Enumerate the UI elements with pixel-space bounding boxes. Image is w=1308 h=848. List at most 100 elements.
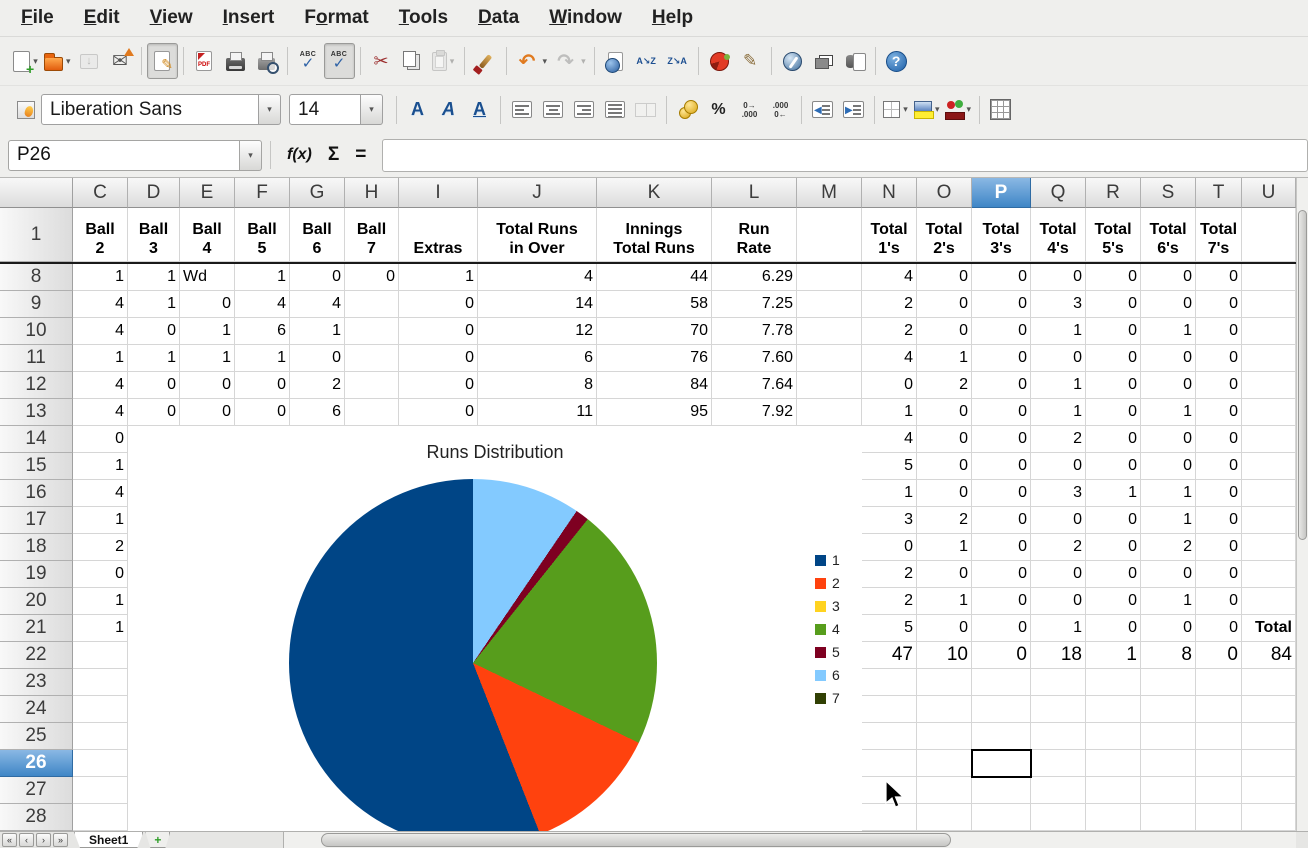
vertical-scrollbar-thumb[interactable] xyxy=(1298,210,1307,540)
row-header-9[interactable]: 9 xyxy=(0,291,73,318)
cell-U20[interactable] xyxy=(1242,588,1296,615)
sheet-tab-sheet1[interactable]: Sheet1 xyxy=(74,832,143,848)
row-header-18[interactable]: 18 xyxy=(0,534,73,561)
cell-U23[interactable] xyxy=(1242,669,1296,696)
cell-E1[interactable]: Ball 4 xyxy=(180,208,235,262)
cell-H9[interactable] xyxy=(345,291,399,318)
cell-F1[interactable]: Ball 5 xyxy=(235,208,290,262)
cell-S10[interactable]: 1 xyxy=(1141,318,1196,345)
table-grid-button[interactable] xyxy=(985,92,1016,128)
cell-P16[interactable]: 0 xyxy=(972,480,1031,507)
cell-R1[interactable]: Total 5's xyxy=(1086,208,1141,262)
function-wizard-button[interactable]: f(x) xyxy=(279,146,320,164)
cell-F13[interactable]: 0 xyxy=(235,399,290,426)
menu-file[interactable]: File xyxy=(6,0,69,36)
cell-R9[interactable]: 0 xyxy=(1086,291,1141,318)
cell-R24[interactable] xyxy=(1086,696,1141,723)
align-left-button[interactable] xyxy=(506,92,537,128)
cell-T22[interactable]: 0 xyxy=(1196,642,1242,669)
column-header-M[interactable]: M xyxy=(797,178,862,208)
cell-J10[interactable]: 12 xyxy=(478,318,597,345)
cell-O12[interactable]: 2 xyxy=(917,372,972,399)
cell-S12[interactable]: 0 xyxy=(1141,372,1196,399)
cell-P15[interactable]: 0 xyxy=(972,453,1031,480)
cell-C23[interactable] xyxy=(73,669,128,696)
cell-N8[interactable]: 4 xyxy=(862,264,917,291)
redo-dropdown[interactable]: ▾ xyxy=(581,56,586,67)
menu-insert[interactable]: Insert xyxy=(208,0,290,36)
cell-Q27[interactable] xyxy=(1031,777,1086,804)
column-header-H[interactable]: H xyxy=(345,178,399,208)
cell-C18[interactable]: 2 xyxy=(73,534,128,561)
column-header-C[interactable]: C xyxy=(73,178,128,208)
paste-dropdown[interactable]: ▾ xyxy=(450,56,455,67)
cell-J9[interactable]: 14 xyxy=(478,291,597,318)
cell-T28[interactable] xyxy=(1196,804,1242,831)
cell-O13[interactable]: 0 xyxy=(917,399,972,426)
cell-U16[interactable] xyxy=(1242,480,1296,507)
add-decimal-place-button[interactable]: 0→ .000 xyxy=(734,92,765,128)
cell-C14[interactable]: 0 xyxy=(73,426,128,453)
cell-R18[interactable]: 0 xyxy=(1086,534,1141,561)
menu-data[interactable]: Data xyxy=(463,0,534,36)
underline-button[interactable]: A xyxy=(464,92,495,128)
sort-ascending-button[interactable]: A↘Z xyxy=(631,43,662,79)
cell-T9[interactable]: 0 xyxy=(1196,291,1242,318)
cell-U19[interactable] xyxy=(1242,561,1296,588)
cell-S28[interactable] xyxy=(1141,804,1196,831)
row-header-11[interactable]: 11 xyxy=(0,345,73,372)
align-justified-button[interactable] xyxy=(599,92,630,128)
cell-Q23[interactable] xyxy=(1031,669,1086,696)
cell-L11[interactable]: 7.60 xyxy=(712,345,797,372)
bold-button[interactable]: A xyxy=(402,92,433,128)
sort-descending-button[interactable]: Z↘A xyxy=(662,43,693,79)
font-color-dropdown[interactable]: ▾ xyxy=(967,104,972,115)
cell-Q1[interactable]: Total 4's xyxy=(1031,208,1086,262)
cell-O17[interactable]: 2 xyxy=(917,507,972,534)
cell-Q22[interactable]: 18 xyxy=(1031,642,1086,669)
cell-G10[interactable]: 1 xyxy=(290,318,345,345)
cell-N27[interactable] xyxy=(862,777,917,804)
cell-C16[interactable]: 4 xyxy=(73,480,128,507)
cell-S9[interactable]: 0 xyxy=(1141,291,1196,318)
cell-Q15[interactable]: 0 xyxy=(1031,453,1086,480)
cell-Q16[interactable]: 3 xyxy=(1031,480,1086,507)
cell-E12[interactable]: 0 xyxy=(180,372,235,399)
next-sheet-button[interactable]: › xyxy=(36,833,51,847)
column-header-D[interactable]: D xyxy=(128,178,180,208)
cell-U21[interactable]: Total xyxy=(1242,615,1296,642)
cell-C20[interactable]: 1 xyxy=(73,588,128,615)
cell-Q11[interactable]: 0 xyxy=(1031,345,1086,372)
row-header-27[interactable]: 27 xyxy=(0,777,73,804)
cell-R8[interactable]: 0 xyxy=(1086,264,1141,291)
spelling-button[interactable]: ABC✓ xyxy=(293,43,324,79)
export-pdf-button[interactable]: PDF xyxy=(189,43,220,79)
email-document-button[interactable]: ✉ xyxy=(105,43,136,79)
cell-I10[interactable]: 0 xyxy=(399,318,478,345)
column-header-F[interactable]: F xyxy=(235,178,290,208)
cell-P17[interactable]: 0 xyxy=(972,507,1031,534)
edit-mode-button[interactable]: ✎ xyxy=(147,43,178,79)
cell-D10[interactable]: 0 xyxy=(128,318,180,345)
cell-R10[interactable]: 0 xyxy=(1086,318,1141,345)
cell-M12[interactable] xyxy=(797,372,862,399)
cell-N14[interactable]: 4 xyxy=(862,426,917,453)
cell-K11[interactable]: 76 xyxy=(597,345,712,372)
cell-S20[interactable]: 1 xyxy=(1141,588,1196,615)
open-file-dropdown[interactable]: ▾ xyxy=(66,56,71,67)
cell-U22[interactable]: 84 xyxy=(1242,642,1296,669)
cell-R14[interactable]: 0 xyxy=(1086,426,1141,453)
delete-decimal-place-button[interactable]: .000 0← xyxy=(765,92,796,128)
cell-S23[interactable] xyxy=(1141,669,1196,696)
row-header-26[interactable]: 26 xyxy=(0,750,73,777)
column-header-K[interactable]: K xyxy=(597,178,712,208)
cell-C22[interactable] xyxy=(73,642,128,669)
cell-N13[interactable]: 1 xyxy=(862,399,917,426)
cell-F11[interactable]: 1 xyxy=(235,345,290,372)
open-file-button[interactable]: ▾ xyxy=(41,43,74,79)
cell-G12[interactable]: 2 xyxy=(290,372,345,399)
cell-I1[interactable]: Extras xyxy=(399,208,478,262)
cell-T19[interactable]: 0 xyxy=(1196,561,1242,588)
cell-G13[interactable]: 6 xyxy=(290,399,345,426)
cell-O28[interactable] xyxy=(917,804,972,831)
